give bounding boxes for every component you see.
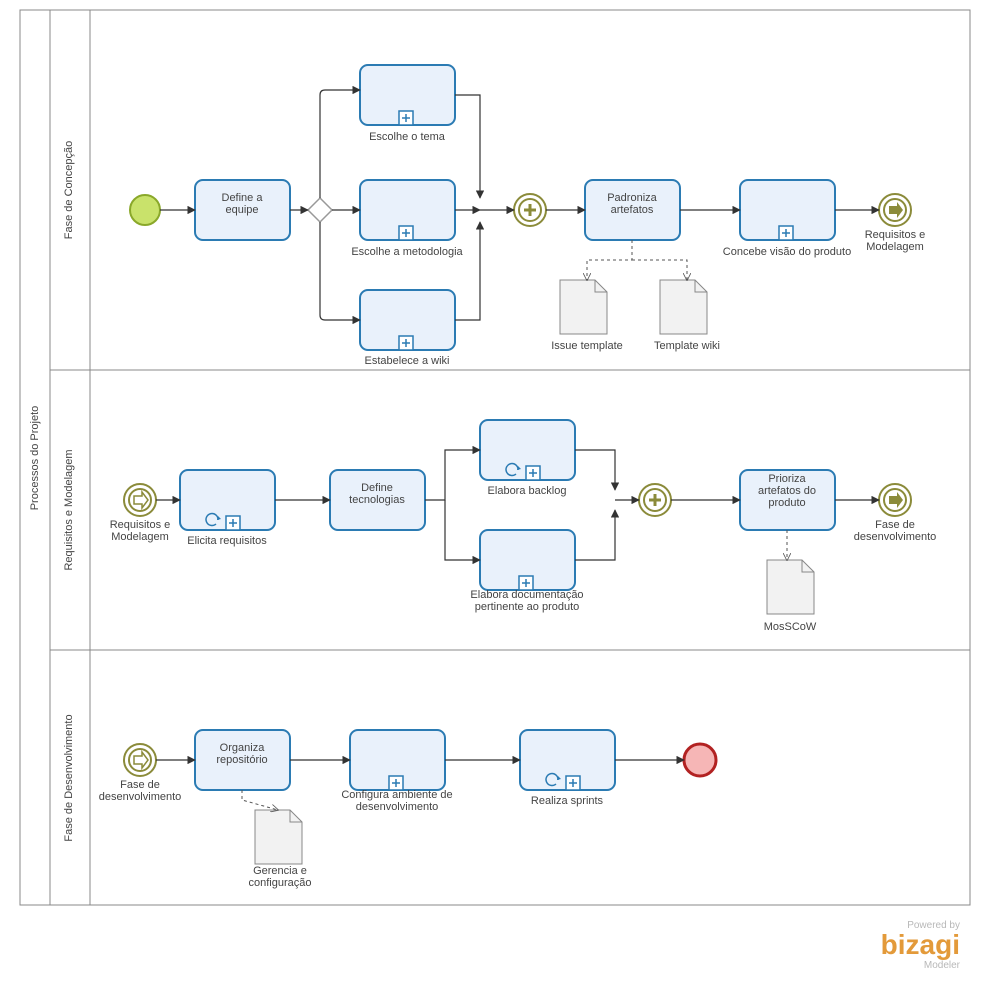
svg-text:Elabora documentaçãopertinente: Elabora documentaçãopertinente ao produt…	[470, 589, 583, 613]
svg-text:Escolhe a metodologia: Escolhe a metodologia	[351, 246, 463, 258]
subprocess-marker	[779, 226, 793, 240]
lane-desenvolvimento: Fase dedesenvolvimento Organizarepositór…	[99, 730, 716, 889]
svg-text:Modeler: Modeler	[924, 960, 961, 971]
link-throw-reqmod: Requisitos eModelagem	[865, 194, 926, 253]
task-prioriza-artefatos: Priorizaartefatos doproduto	[740, 470, 835, 530]
start-event	[130, 195, 160, 225]
branding: Powered by bizagi Modeler	[881, 920, 961, 971]
gateway-converge-1	[514, 194, 546, 226]
subprocess-marker	[399, 226, 413, 240]
svg-text:Fase dedesenvolvimento: Fase dedesenvolvimento	[854, 519, 937, 543]
svg-text:MosSCoW: MosSCoW	[764, 621, 817, 633]
svg-text:Realiza sprints: Realiza sprints	[531, 795, 604, 807]
task-estabelece-wiki: Estabelece a wiki	[360, 290, 455, 367]
svg-text:Template wiki: Template wiki	[654, 340, 720, 352]
task-concebe-visao: Concebe visão do produto	[723, 180, 851, 258]
subprocess-marker	[519, 576, 533, 590]
svg-text:Padronizaartefatos: Padronizaartefatos	[607, 192, 657, 216]
task-escolhe-tema: Escolhe o tema	[360, 65, 455, 143]
doc-issue-template: Issue template	[551, 280, 623, 352]
svg-text:Organizarepositório: Organizarepositório	[216, 742, 267, 766]
link-catch-dev: Fase dedesenvolvimento	[99, 744, 182, 803]
subprocess-marker	[526, 466, 540, 480]
lane-concepcao: Define aequipe Escolhe o tema Escolhe	[130, 65, 925, 367]
svg-text:Issue template: Issue template	[551, 340, 623, 352]
end-event	[684, 744, 716, 776]
task-escolhe-metodologia: Escolhe a metodologia	[351, 180, 463, 258]
svg-text:Configura ambiente dedesenvolv: Configura ambiente dedesenvolvimento	[341, 789, 452, 813]
gateway-diverge-1	[308, 198, 332, 222]
doc-moscow: MosSCoW	[764, 560, 817, 633]
svg-text:bizagi: bizagi	[881, 929, 960, 960]
subprocess-marker	[226, 516, 240, 530]
subprocess-marker	[399, 111, 413, 125]
svg-text:Elicita requisitos: Elicita requisitos	[187, 535, 267, 547]
subprocess-marker	[566, 776, 580, 790]
svg-text:Define aequipe: Define aequipe	[222, 192, 264, 216]
task-elabora-backlog: Elabora backlog	[480, 420, 575, 497]
gateway-converge-2	[639, 484, 671, 516]
link-throw-dev: Fase dedesenvolvimento	[854, 484, 937, 543]
task-elabora-documentacao: Elabora documentaçãopertinente ao produt…	[470, 530, 583, 613]
task-realiza-sprints: Realiza sprints	[520, 730, 615, 807]
task-organiza-repositorio: Organizarepositório	[195, 730, 290, 790]
task-configura-ambiente: Configura ambiente dedesenvolvimento	[341, 730, 452, 813]
lane-requisitos: Requisitos eModelagem Elicita requisitos…	[110, 420, 937, 633]
doc-gerencia-config: Gerencia econfiguração	[249, 810, 312, 889]
link-catch-reqmod: Requisitos eModelagem	[110, 484, 171, 543]
doc-template-wiki: Template wiki	[654, 280, 720, 352]
svg-text:Fase dedesenvolvimento: Fase dedesenvolvimento	[99, 779, 182, 803]
lane1-label: Fase de Concepção	[63, 141, 75, 239]
pool-title: Processos do Projeto	[29, 406, 41, 511]
svg-text:Estabelece a wiki: Estabelece a wiki	[365, 355, 450, 367]
svg-text:Elabora backlog: Elabora backlog	[488, 485, 567, 497]
svg-text:Escolhe o tema: Escolhe o tema	[369, 131, 446, 143]
subprocess-marker	[399, 336, 413, 350]
svg-text:Requisitos eModelagem: Requisitos eModelagem	[110, 519, 171, 543]
lane3-label: Fase de Desenvolvimento	[63, 714, 75, 841]
subprocess-marker	[389, 776, 403, 790]
svg-text:Concebe visão do produto: Concebe visão do produto	[723, 246, 851, 258]
svg-text:Gerencia econfiguração: Gerencia econfiguração	[249, 865, 312, 889]
lane2-label: Requisitos e Modelagem	[63, 449, 75, 570]
task-padroniza-artefatos: Padronizaartefatos	[585, 180, 680, 240]
task-elicita-requisitos: Elicita requisitos	[180, 470, 275, 547]
task-define-equipe: Define aequipe	[195, 180, 290, 240]
task-define-tecnologias: Definetecnologias	[330, 470, 425, 530]
svg-text:Requisitos eModelagem: Requisitos eModelagem	[865, 229, 926, 253]
